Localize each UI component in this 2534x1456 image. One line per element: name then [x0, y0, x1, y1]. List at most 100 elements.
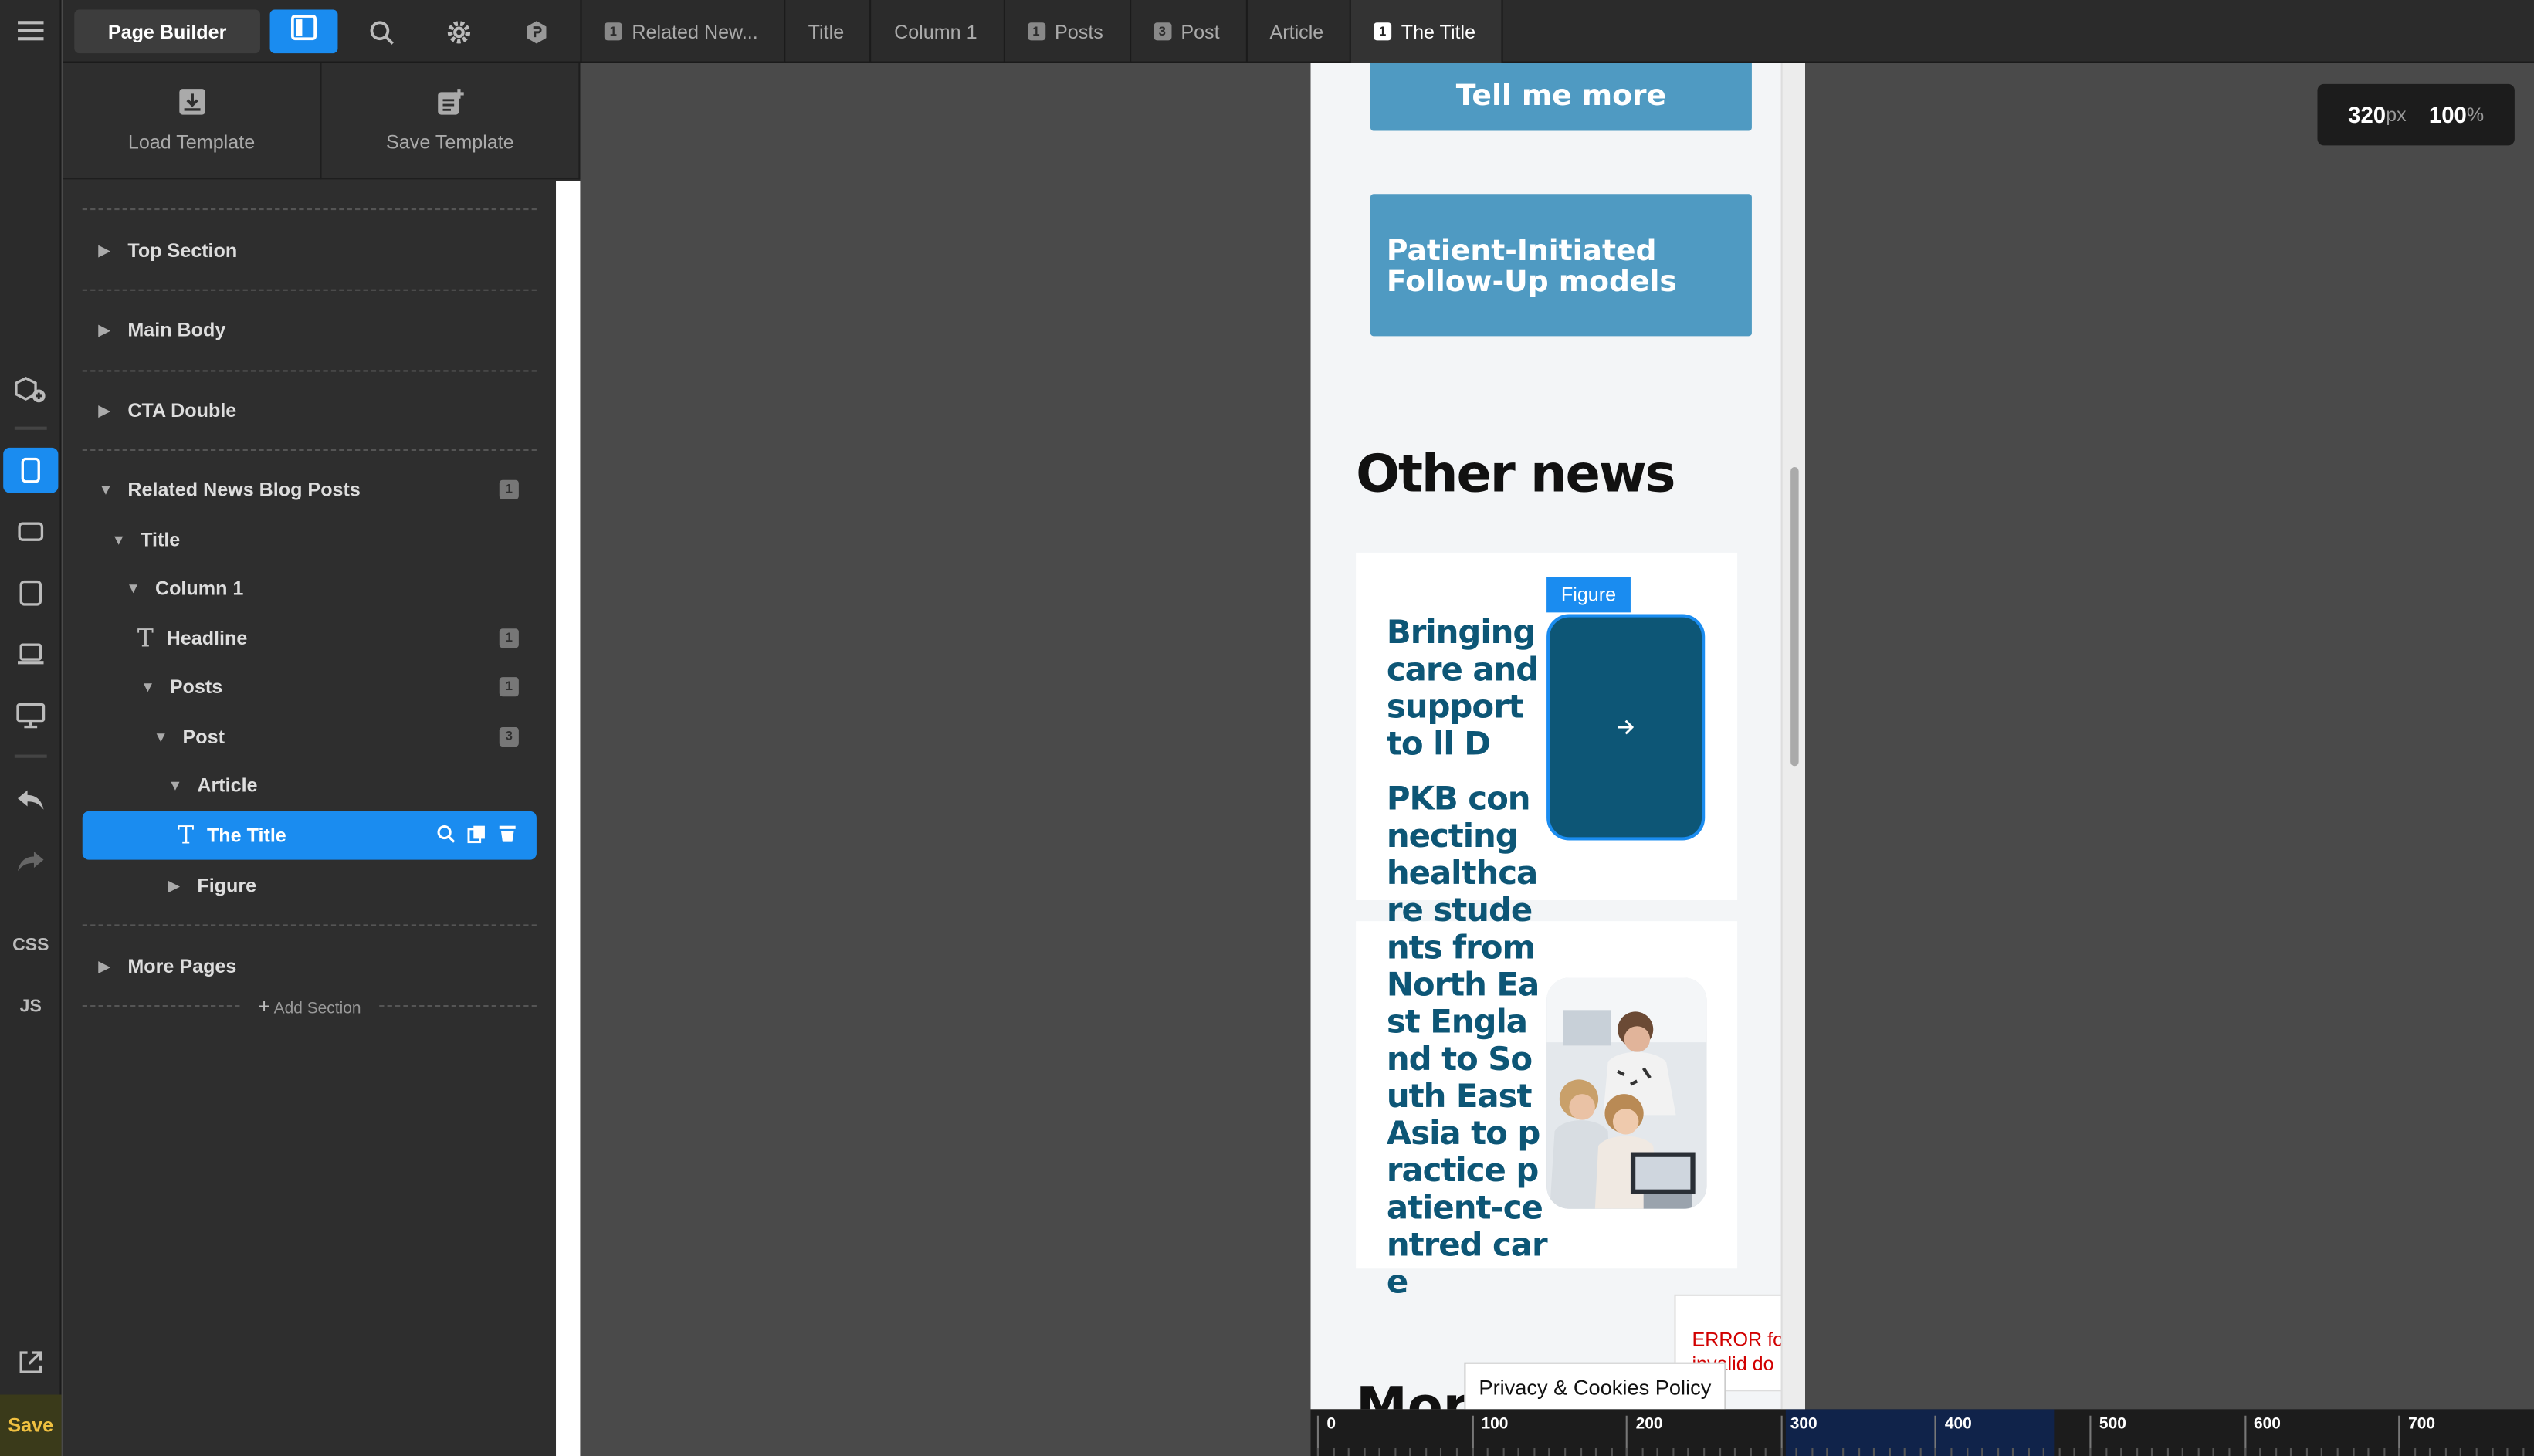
ruler-tick [1935, 1448, 1937, 1456]
ruler-tick [1842, 1448, 1845, 1456]
ruler-tick [1997, 1448, 1999, 1456]
load-template-button[interactable]: Load Template [63, 63, 322, 180]
post-image[interactable] [1546, 977, 1707, 1209]
expand-arrow-icon[interactable]: ▶ [99, 242, 115, 259]
tree-node-article[interactable]: ▼ Article [83, 761, 537, 810]
ruler-tick [1719, 1448, 1721, 1456]
external-link-icon[interactable] [0, 1339, 62, 1385]
panel-scrollbar[interactable] [556, 181, 581, 1456]
breadcrumb-item[interactable]: 1 Posts [1004, 0, 1131, 63]
css-button[interactable]: CSS [0, 936, 62, 955]
laptop-view-icon[interactable] [0, 631, 62, 677]
ruler-tick [1564, 1448, 1567, 1456]
tree-node-top-section[interactable]: ▶ Top Section [83, 226, 537, 275]
trash-icon[interactable] [498, 825, 517, 848]
ruler-tick [2197, 1448, 2200, 1456]
count-badge: 3 [499, 726, 519, 747]
wp-icon[interactable] [510, 10, 562, 54]
mobile-view-icon[interactable] [3, 447, 59, 493]
tree-node-figure[interactable]: ▶ Figure [83, 862, 537, 910]
post-title[interactable]: PKB connecting healthcare students from … [1387, 780, 1548, 1409]
expand-arrow-icon[interactable]: ▶ [99, 401, 115, 419]
collapse-arrow-icon[interactable]: ▼ [126, 580, 142, 596]
viewport-width: 320 [2348, 101, 2387, 128]
tree-node-label: Article [197, 774, 258, 797]
ruler-tick [1688, 1448, 1690, 1456]
desktop-view-icon[interactable] [0, 693, 62, 739]
ruler-tick [2522, 1448, 2524, 1456]
divider [82, 289, 537, 291]
ruler-tick [1533, 1448, 1536, 1456]
divider [14, 754, 47, 758]
page-builder-button[interactable]: Page Builder [74, 9, 260, 54]
tree-node-post[interactable]: ▼ Post 3 [83, 713, 537, 761]
breadcrumb-item[interactable]: Title [785, 0, 872, 63]
tree-node-posts[interactable]: ▼ Posts 1 [83, 662, 537, 711]
tree-node-headline[interactable]: T Headline 1 [83, 614, 537, 662]
breadcrumb-item[interactable]: 3 Post [1130, 0, 1248, 63]
cta-tell-me-more[interactable]: Tell me more [1370, 63, 1752, 131]
tree-node-the-title[interactable]: T The Title [82, 811, 537, 860]
collapse-arrow-icon[interactable]: ▼ [154, 729, 170, 745]
post-figure[interactable] [1546, 614, 1706, 841]
js-button[interactable]: JS [0, 997, 62, 1017]
add-section-button[interactable]: + Add Section [240, 994, 378, 1018]
tree-node-title[interactable]: ▼ Title [83, 516, 537, 564]
plus-icon: + [258, 994, 270, 1018]
collapse-arrow-icon[interactable]: ▼ [168, 777, 185, 794]
device-scrollbar[interactable] [1780, 63, 1805, 1410]
breadcrumb-item[interactable]: 1 The Title [1350, 0, 1503, 63]
redo-icon[interactable] [0, 838, 62, 884]
tree-node-cta-double[interactable]: ▶ CTA Double [83, 386, 537, 435]
collapse-arrow-icon[interactable]: ▼ [99, 482, 115, 498]
breadcrumb-item[interactable]: Article [1247, 0, 1351, 63]
add-element-icon[interactable] [0, 367, 62, 412]
ruler-tick [1765, 1448, 1767, 1456]
ruler-tick [1703, 1448, 1706, 1456]
save-template-button[interactable]: Save Template [321, 63, 581, 180]
menu-icon[interactable] [0, 8, 62, 53]
ruler-tick [1471, 1448, 1474, 1456]
width-ruler[interactable]: 0 100 200 300 400 500 600 700 [1310, 1409, 2534, 1456]
tree-node-main-body[interactable]: ▶ Main Body [83, 306, 537, 354]
undo-icon[interactable] [0, 777, 62, 823]
ruler-tick [1780, 1448, 1783, 1456]
search-icon[interactable] [355, 10, 407, 54]
post-title[interactable]: Bringing care and support to ll D [1387, 614, 1546, 780]
tree-node-label: Main Body [127, 318, 226, 341]
ruler-tick [1796, 1448, 1798, 1456]
cta-patient-initiated[interactable]: Patient-Initiated Follow-Up models [1370, 194, 1752, 337]
ruler-tick [1827, 1448, 1829, 1456]
ruler-tick [2058, 1448, 2061, 1456]
section-heading: Other news [1356, 442, 1675, 505]
breadcrumb-item[interactable]: Column 1 [872, 0, 1005, 63]
viewport-size-indicator: 320 px 100 % [2317, 83, 2515, 146]
scroll-thumb[interactable] [1790, 466, 1799, 767]
mobile-landscape-view-icon[interactable] [0, 509, 62, 554]
layers-toggle-button[interactable] [269, 9, 338, 54]
arrow-right-icon [1616, 715, 1635, 739]
add-section-label: Add Section [273, 1000, 361, 1018]
collapse-arrow-icon[interactable]: ▼ [111, 532, 127, 548]
ruler-tick [2321, 1448, 2323, 1456]
privacy-policy-link[interactable]: Privacy & Cookies Policy [1464, 1362, 1726, 1410]
expand-arrow-icon[interactable]: ▶ [99, 321, 115, 339]
search-icon[interactable] [436, 825, 456, 848]
tree-node-label: Headline [166, 627, 248, 650]
tree-node-column1[interactable]: ▼ Column 1 [83, 564, 537, 613]
expand-arrow-icon[interactable]: ▶ [99, 957, 115, 975]
count-badge: 1 [604, 22, 622, 41]
collapse-arrow-icon[interactable]: ▼ [141, 679, 157, 695]
tree-node-more-pages[interactable]: ▶ More Pages [83, 942, 537, 990]
ruler-tick [1455, 1448, 1458, 1456]
ruler-tick [1611, 1448, 1613, 1456]
tree-node-related-news[interactable]: ▼ Related News Blog Posts 1 [83, 466, 537, 514]
save-button[interactable]: Save [0, 1394, 62, 1456]
breadcrumb-item[interactable]: 1 Related New... [582, 0, 786, 63]
more-heading: Mor [1356, 1375, 1469, 1410]
ruler-tick [1502, 1448, 1505, 1456]
gear-icon[interactable] [433, 10, 485, 54]
expand-arrow-icon[interactable]: ▶ [168, 877, 185, 895]
tablet-view-icon[interactable] [0, 571, 62, 616]
duplicate-icon[interactable] [467, 825, 486, 848]
